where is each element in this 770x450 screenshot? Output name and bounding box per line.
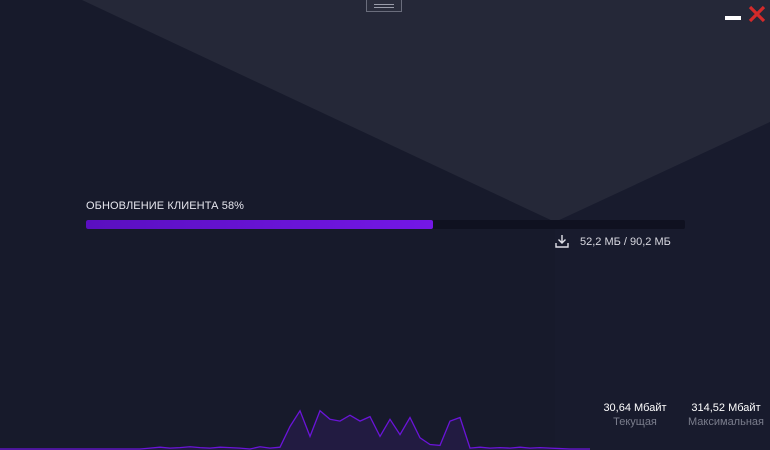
close-button[interactable] bbox=[748, 5, 766, 23]
update-status-label: ОБНОВЛЕНИЕ КЛИЕНТА 58% bbox=[86, 200, 245, 212]
current-speed-caption: Текущая bbox=[613, 416, 657, 428]
max-speed-value: 314,52 Мбайт bbox=[691, 402, 761, 414]
download-size-text: 52,2 МБ / 90,2 МБ bbox=[580, 236, 671, 248]
speed-graph bbox=[0, 409, 590, 450]
current-speed-value: 30,64 Мбайт bbox=[603, 402, 667, 414]
drag-handle[interactable] bbox=[366, 0, 402, 12]
update-progress-bar bbox=[86, 220, 685, 229]
current-speed: 30,64 Мбайт Текущая bbox=[596, 402, 674, 428]
minimize-icon bbox=[725, 16, 741, 20]
max-speed: 314,52 Мбайт Максимальная bbox=[684, 402, 768, 428]
minimize-button[interactable] bbox=[724, 5, 742, 23]
max-speed-caption: Максимальная bbox=[688, 416, 764, 428]
close-icon bbox=[748, 5, 766, 23]
update-progress-fill bbox=[86, 220, 434, 229]
speed-graph-area bbox=[0, 410, 590, 450]
download-icon bbox=[555, 235, 569, 248]
